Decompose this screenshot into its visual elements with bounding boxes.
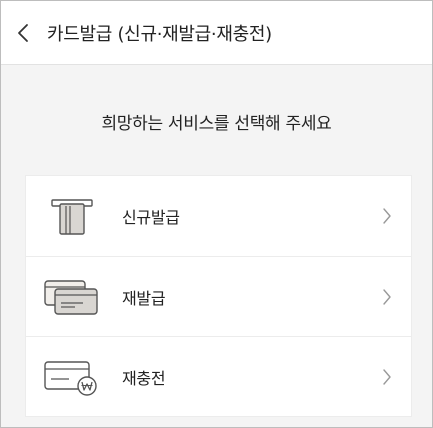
service-option-list: 신규발급 재발급 재충전 xyxy=(25,175,412,417)
chevron-right-icon xyxy=(381,367,393,387)
card-slot-icon xyxy=(42,194,102,238)
option-reissue[interactable]: 재발급 xyxy=(26,256,411,336)
page-title: 카드발급 (신규·재발급·재충전) xyxy=(47,23,272,45)
chevron-right-icon xyxy=(381,287,393,307)
option-recharge[interactable]: 재충전 xyxy=(26,336,411,416)
option-label: 재발급 xyxy=(122,288,166,308)
instruction-text: 희망하는 서비스를 선택해 주세요 xyxy=(101,114,332,134)
chevron-right-icon xyxy=(381,206,393,226)
card-stack-icon xyxy=(42,275,102,319)
back-button[interactable] xyxy=(1,1,45,65)
chevron-left-icon xyxy=(18,23,28,42)
option-new-issue[interactable]: 신규발급 xyxy=(26,176,411,256)
option-label: 신규발급 xyxy=(122,208,180,227)
screen: 카드발급 (신규·재발급·재충전) 희망하는 서비스를 선택해 주세요 신규발급 xyxy=(0,0,433,428)
card-won-icon xyxy=(42,355,102,399)
app-header: 카드발급 (신규·재발급·재충전) xyxy=(1,1,432,65)
option-label: 재충전 xyxy=(122,368,166,388)
